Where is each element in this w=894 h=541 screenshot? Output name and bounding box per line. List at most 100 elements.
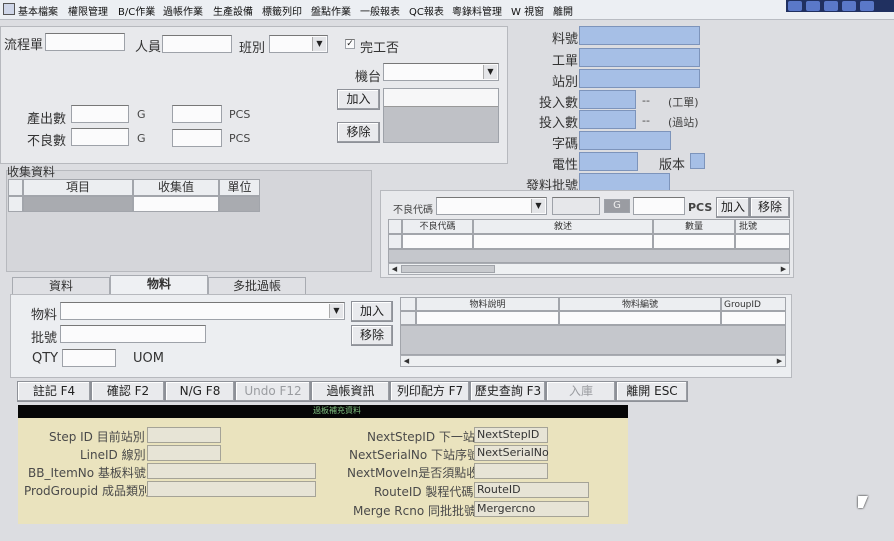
machine-remove-button[interactable]: 移除: [337, 122, 380, 143]
input-qty-label: 投入數: [539, 96, 579, 111]
chevron-down-icon[interactable]: ▼: [483, 65, 497, 79]
material-cell[interactable]: [416, 311, 559, 325]
defect-unit-g: G: [137, 132, 146, 145]
print-recipe-f7-button[interactable]: 列印配方 F7: [390, 381, 470, 402]
row-header: [400, 311, 416, 325]
col-defect-code[interactable]: 不良代碼: [402, 219, 473, 234]
material-grid-hscrollbar[interactable]: ◀ ▶: [400, 355, 786, 367]
menu-posting[interactable]: 過帳作業: [163, 3, 203, 18]
step-id-label: Step ID 目前站別: [49, 430, 145, 444]
machine-label: 機台: [355, 70, 382, 85]
material-select[interactable]: ▼: [60, 302, 345, 320]
defect-cell[interactable]: [653, 234, 735, 249]
collect-cell-unit[interactable]: [219, 196, 260, 212]
col-description[interactable]: 敘述: [473, 219, 653, 234]
menu-permissions[interactable]: 權限管理: [68, 3, 108, 18]
undo-f12-button[interactable]: Undo F12: [235, 381, 311, 402]
next-move-in-label: NextMoveIn是否須點收: [347, 466, 479, 480]
defect-qty-pcs-input[interactable]: [633, 197, 685, 215]
scroll-left-icon[interactable]: ◀: [389, 264, 400, 274]
exit-esc-button[interactable]: 離開 ESC: [616, 381, 688, 402]
chevron-down-icon[interactable]: ▼: [531, 199, 545, 213]
menu-exit[interactable]: 離開: [553, 3, 573, 18]
defect-cell[interactable]: [735, 234, 790, 249]
col-unit[interactable]: 單位: [219, 179, 260, 196]
col-group-id[interactable]: GroupID: [721, 297, 786, 311]
menu-equipment[interactable]: 生產設備: [213, 3, 253, 18]
tab-material[interactable]: 物料: [110, 275, 208, 295]
electrical-field: [579, 152, 638, 171]
defect-qty-label: 不良數: [27, 134, 67, 149]
menu-label-print[interactable]: 標籤列印: [262, 3, 302, 18]
defect-remove-button[interactable]: 移除: [750, 197, 790, 218]
defect-qty-pcs-input[interactable]: [172, 129, 222, 147]
defect-grid-hscrollbar[interactable]: ◀ ▶: [388, 263, 790, 275]
ng-f8-button[interactable]: N/G F8: [165, 381, 235, 402]
output-unit-pcs: PCS: [229, 108, 251, 121]
col-collect-value[interactable]: 收集值: [133, 179, 219, 196]
uom-label: UOM: [133, 351, 164, 366]
work-order-label: 工單: [552, 54, 579, 69]
tab-multi-batch-posting[interactable]: 多批過帳: [208, 277, 306, 295]
defect-cell[interactable]: [473, 234, 653, 249]
staff-input[interactable]: [162, 35, 232, 53]
defect-qty-g-input[interactable]: [552, 197, 600, 215]
col-material-desc[interactable]: 物料說明: [416, 297, 559, 311]
flow-sheet-input[interactable]: [45, 33, 125, 51]
menu-material-mgmt[interactable]: 粵錄料管理: [452, 3, 502, 18]
output-qty-g-input[interactable]: [71, 105, 129, 123]
menu-basic-files[interactable]: 基本檔案: [18, 3, 58, 18]
shift-label: 班別: [239, 41, 266, 56]
chevron-down-icon[interactable]: ▼: [312, 37, 326, 51]
note-f4-button[interactable]: 註記 F4: [17, 381, 91, 402]
output-qty-pcs-input[interactable]: [172, 105, 222, 123]
version-label: 版本: [659, 158, 686, 173]
defect-qty-g-input[interactable]: [71, 128, 129, 146]
complete-label: 完工否: [360, 41, 400, 56]
menu-bc-ops[interactable]: B/C作業: [118, 3, 155, 18]
col-quantity[interactable]: 數量: [653, 219, 735, 234]
defect-add-button[interactable]: 加入: [716, 197, 750, 218]
collect-cell-item[interactable]: [23, 196, 133, 212]
collect-cell-value[interactable]: [133, 196, 219, 212]
app-icon: [3, 3, 15, 15]
history-f3-button[interactable]: 歷史查詢 F3: [470, 381, 546, 402]
menu-qc-reports[interactable]: QC報表: [409, 3, 444, 18]
scroll-right-icon[interactable]: ▶: [774, 356, 785, 366]
qty-input[interactable]: [62, 349, 116, 367]
menu-window[interactable]: W 視窗: [511, 3, 544, 18]
chevron-down-icon[interactable]: ▼: [329, 304, 343, 318]
input-qty-pass-field: [579, 110, 636, 129]
defect-cell[interactable]: [402, 234, 473, 249]
tab-data[interactable]: 資料: [12, 277, 110, 295]
col-material-no[interactable]: 物料編號: [559, 297, 721, 311]
menu-reports[interactable]: 一般報表: [360, 3, 400, 18]
col-batch[interactable]: 批號: [735, 219, 790, 234]
material-cell[interactable]: [559, 311, 721, 325]
col-item[interactable]: 項目: [23, 179, 133, 196]
qty-label: QTY: [32, 351, 59, 366]
scroll-right-icon[interactable]: ▶: [778, 264, 789, 274]
posting-info-button[interactable]: 過帳資訊: [311, 381, 390, 402]
defect-unit-pcs: PCS: [688, 201, 713, 214]
prod-groupid-field: [147, 481, 316, 497]
batch-input[interactable]: [60, 325, 206, 343]
machine-select[interactable]: ▼: [383, 63, 499, 81]
app-window: 基本檔案 權限管理 B/C作業 過帳作業 生產設備 標籤列印 盤點作業 一般報表…: [0, 0, 894, 541]
confirm-f2-button[interactable]: 確認 F2: [91, 381, 165, 402]
scroll-left-icon[interactable]: ◀: [401, 356, 412, 366]
material-remove-button[interactable]: 移除: [351, 325, 393, 346]
defect-code-select[interactable]: ▼: [436, 197, 547, 215]
menu-bar: 基本檔案 權限管理 B/C作業 過帳作業 生產設備 標籤列印 盤點作業 一般報表…: [0, 0, 894, 20]
electrical-label: 電性: [552, 158, 579, 173]
menu-inventory[interactable]: 盤點作業: [311, 3, 351, 18]
complete-checkbox[interactable]: ✓: [345, 39, 355, 49]
scroll-thumb[interactable]: [401, 265, 495, 273]
machine-list[interactable]: [383, 88, 499, 143]
station-label: 站別: [552, 75, 579, 90]
material-cell[interactable]: [721, 311, 786, 325]
machine-add-button[interactable]: 加入: [337, 89, 380, 110]
stock-in-button[interactable]: 入庫: [546, 381, 616, 402]
material-add-button[interactable]: 加入: [351, 301, 393, 322]
shift-select[interactable]: ▼: [269, 35, 328, 53]
